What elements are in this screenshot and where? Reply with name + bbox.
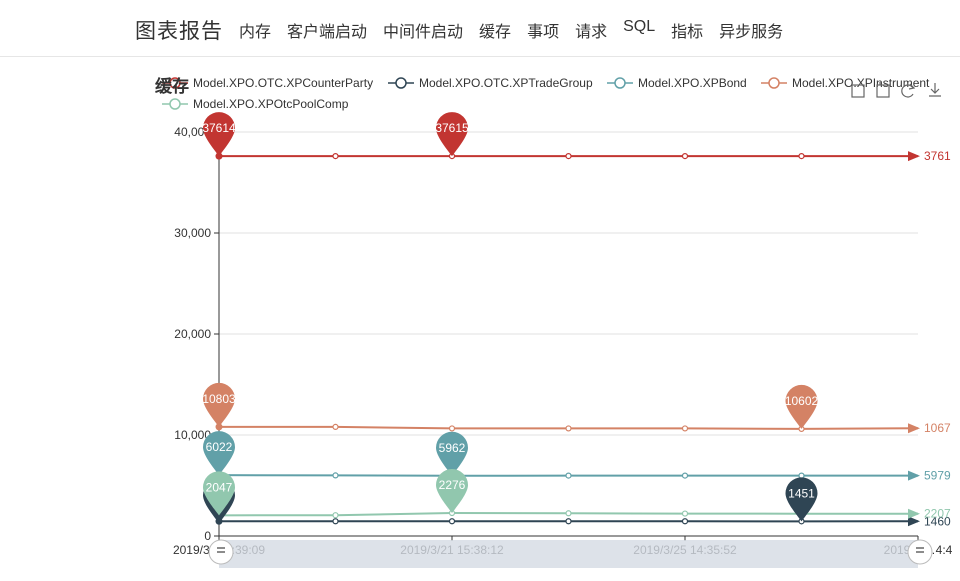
markpoint-label: 5962 (439, 441, 466, 455)
y-tick-label: 0 (204, 529, 211, 543)
markpoint-label: 6022 (206, 440, 233, 454)
legend-marker (169, 98, 181, 110)
legend-label: Model.XPO.XPBond (638, 76, 747, 90)
chart-legend: Model.XPO.OTC.XPCounterParty Model.XPO.OT… (162, 76, 930, 111)
series-end-label: 2207 (924, 507, 951, 521)
markpoint-label: 2047 (206, 480, 233, 494)
series-point (681, 152, 689, 160)
axis-layer: 010,00020,00030,00040,0002019/3/…1:39:09… (173, 125, 953, 557)
series-point (332, 518, 339, 525)
datazoom-slider (208, 539, 933, 568)
series-point (332, 152, 339, 160)
series-point (798, 152, 805, 160)
grid-layer (219, 131, 918, 436)
series-end-arrow (908, 470, 920, 481)
markpoint-label: 10602 (785, 394, 819, 408)
legend-marker (395, 77, 407, 89)
legend-marker (768, 77, 780, 89)
legend-item[interactable]: Model.XPO.XPBond (607, 76, 747, 90)
series-point (332, 512, 339, 519)
series-end-arrow (908, 151, 920, 162)
download-arrow (929, 83, 941, 97)
series-end-label: 5979 (924, 469, 951, 483)
series-point (681, 425, 689, 432)
series-point (332, 423, 339, 430)
series-point (332, 472, 339, 479)
series-end-arrow (908, 423, 920, 434)
legend-label: Model.XPO.XPOtcPoolComp (193, 97, 349, 111)
markpoint-label: 1451 (788, 486, 815, 500)
series-point (681, 510, 689, 517)
cache-line-chart: 010,00020,00030,00040,0002019/3/…1:39:09… (155, 76, 953, 568)
series-point (681, 472, 689, 479)
series-point (565, 510, 572, 517)
series-point (565, 152, 572, 160)
legend-label: Model.XPO.OTC.XPTradeGroup (419, 76, 593, 90)
legend-item[interactable]: Model.XPO.OTC.XPTradeGroup (388, 76, 593, 90)
legend-item[interactable]: Model.XPO.OTC.XPCounterParty (162, 76, 373, 90)
series-end-arrow (908, 508, 920, 519)
chart-title: 缓存 (155, 76, 189, 96)
series-end-label: 3761 (924, 149, 951, 163)
download-icon[interactable] (929, 83, 941, 97)
legend-item[interactable]: Model.XPO.XPInstrument (761, 76, 930, 90)
legend-marker (614, 77, 626, 89)
markpoint-label: 2276 (439, 478, 466, 492)
legend-label: Model.XPO.OTC.XPCounterParty (193, 76, 373, 90)
legend-label: Model.XPO.XPInstrument (792, 76, 930, 90)
markpoint-label: 37614 (202, 121, 236, 135)
legend-item[interactable]: Model.XPO.XPOtcPoolComp (162, 97, 349, 111)
series-point (565, 472, 572, 479)
y-tick-label: 20,000 (174, 327, 211, 341)
slider-track (219, 540, 918, 568)
markpoint-label: 37615 (435, 121, 469, 135)
series-point (565, 518, 572, 525)
series-point (565, 425, 572, 432)
series-point (448, 518, 456, 525)
markpoint-label: 10803 (202, 392, 236, 406)
pin-layer: 37614 37615 10803 10602 6022 5962 2047 2276 1451 (202, 112, 819, 524)
series-end-label: 1067 (924, 421, 951, 435)
series-point (681, 518, 689, 525)
series-point (448, 425, 456, 432)
series-layer: 37611460597910672207 (215, 149, 951, 528)
y-tick-label: 30,000 (174, 226, 211, 240)
